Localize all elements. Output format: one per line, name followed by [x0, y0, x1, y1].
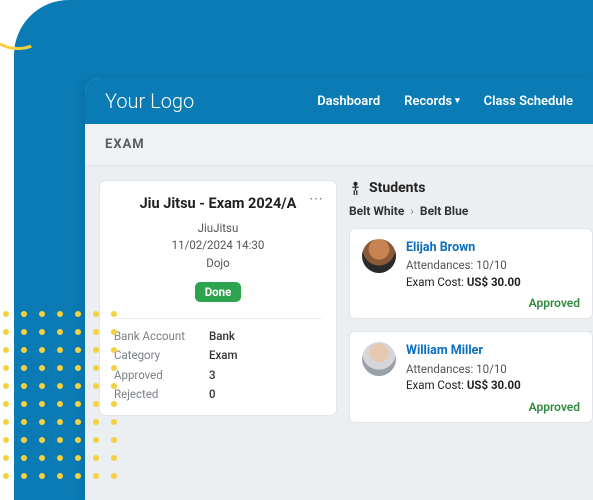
nav-class-schedule[interactable]: Class Schedule [484, 94, 573, 109]
row-val-category: Exam [209, 346, 238, 366]
decorative-dots [0, 308, 120, 482]
nav-dashboard-label: Dashboard [317, 94, 380, 109]
avatar [362, 342, 396, 376]
table-row: Rejected 0 [114, 385, 322, 405]
exam-details-table: Bank Account Bank Category Exam Approved… [114, 318, 322, 405]
student-cost: Exam Cost: US$ 30.00 [406, 274, 521, 291]
status-badge: Done [195, 282, 242, 302]
student-name-link[interactable]: Elijah Brown [406, 239, 521, 257]
nav-records-label: Records [404, 94, 452, 109]
exam-datetime: 11/02/2024 14:30 [114, 237, 322, 254]
student-status-approved: Approved [362, 400, 580, 414]
top-navbar: Your Logo Dashboard Records ▾ Class Sche… [85, 78, 593, 124]
student-status-approved: Approved [362, 296, 580, 310]
row-key-approved: Approved [114, 366, 209, 386]
row-key-category: Category [114, 346, 209, 366]
ellipsis-icon[interactable]: ⋯ [309, 191, 324, 207]
nav-dashboard[interactable]: Dashboard [317, 94, 380, 109]
student-card: Elijah Brown Attendances: 10/10 Exam Cos… [349, 228, 593, 319]
row-key-bank-account: Bank Account [114, 327, 209, 347]
table-row: Bank Account Bank [114, 327, 322, 347]
row-val-bank-account: Bank [209, 327, 235, 347]
brand-logo: Your Logo [105, 89, 194, 113]
students-column: Students Belt White › Belt Blue Elijah B… [349, 180, 593, 500]
student-attendances: Attendances: 10/10 [406, 361, 521, 378]
person-icon [349, 181, 362, 196]
exam-title: Jiu Jitsu - Exam 2024/A [114, 195, 322, 212]
nav-records[interactable]: Records ▾ [404, 94, 459, 109]
row-val-approved: 3 [209, 366, 216, 386]
students-heading-label: Students [369, 180, 425, 196]
students-heading: Students [349, 180, 593, 196]
exam-card: ⋯ Jiu Jitsu - Exam 2024/A JiuJitsu 11/02… [99, 180, 337, 416]
content-area: ⋯ Jiu Jitsu - Exam 2024/A JiuJitsu 11/02… [85, 166, 593, 500]
row-key-rejected: Rejected [114, 385, 209, 405]
avatar [362, 239, 396, 273]
row-val-rejected: 0 [209, 385, 216, 405]
exam-sport: JiuJitsu [114, 220, 322, 237]
student-name-link[interactable]: William Miller [406, 342, 521, 360]
table-row: Approved 3 [114, 366, 322, 386]
page-title-bar: EXAM [85, 124, 593, 166]
student-attendances: Attendances: 10/10 [406, 257, 521, 274]
breadcrumb-to[interactable]: Belt Blue [420, 204, 468, 218]
nav-class-schedule-label: Class Schedule [484, 94, 573, 109]
table-row: Category Exam [114, 346, 322, 366]
exam-location: Dojo [114, 255, 322, 272]
chevron-right-icon: › [410, 204, 414, 218]
student-card: William Miller Attendances: 10/10 Exam C… [349, 331, 593, 422]
chevron-down-icon: ▾ [455, 96, 460, 106]
student-cost: Exam Cost: US$ 30.00 [406, 377, 521, 394]
breadcrumb-from[interactable]: Belt White [349, 204, 404, 218]
breadcrumb: Belt White › Belt Blue [349, 204, 593, 218]
app-window: Your Logo Dashboard Records ▾ Class Sche… [85, 78, 593, 500]
page-title: EXAM [105, 137, 145, 152]
